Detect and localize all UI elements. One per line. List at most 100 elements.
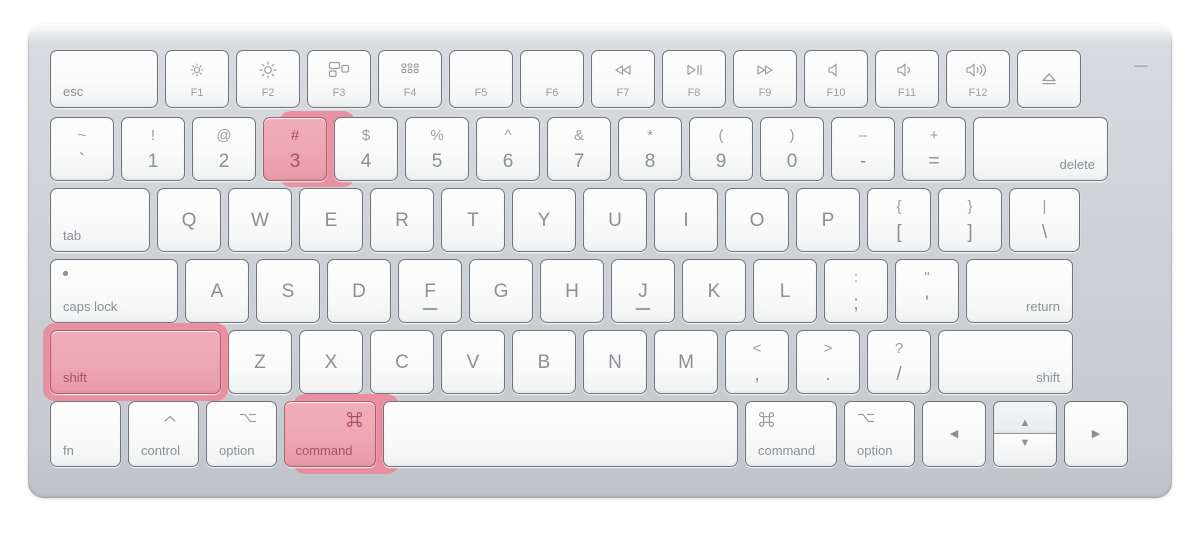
- w-key[interactable]: W: [228, 188, 292, 252]
- eight-key[interactable]: * 8: [618, 117, 682, 181]
- equals-key[interactable]: + =: [902, 117, 966, 181]
- backslash-shift-label: |: [1042, 197, 1047, 215]
- slash-label: /: [896, 363, 902, 385]
- backslash-key[interactable]: | \: [1009, 188, 1080, 252]
- i-key[interactable]: I: [654, 188, 718, 252]
- u-key[interactable]: U: [583, 188, 647, 252]
- arrow-right-key[interactable]: ▶: [1064, 401, 1128, 467]
- k-key-label: K: [707, 280, 721, 302]
- k-key[interactable]: K: [682, 259, 746, 323]
- quote-key[interactable]: " ': [895, 259, 959, 323]
- mute-key[interactable]: F10: [804, 50, 868, 108]
- left-bracket-label: [: [896, 221, 902, 243]
- t-key[interactable]: T: [441, 188, 505, 252]
- semicolon-key[interactable]: : ;: [824, 259, 888, 323]
- j-key[interactable]: J: [611, 259, 675, 323]
- x-key[interactable]: X: [299, 330, 363, 394]
- volume-down-key[interactable]: F11: [875, 50, 939, 108]
- comma-label: ,: [754, 363, 760, 385]
- caps-lock-key[interactable]: caps lock: [50, 259, 178, 323]
- keyboard-stage: esc F1 F2 F3 F4 F5 F6 F7 F8 F9 F10 F11 F…: [0, 0, 1200, 551]
- e-key[interactable]: E: [299, 188, 363, 252]
- h-key[interactable]: H: [540, 259, 604, 323]
- home-key-row: caps lock A S D F G H J K L : ; " ' retu…: [50, 259, 1150, 323]
- left-command-key[interactable]: command: [284, 401, 376, 467]
- right-shift-key[interactable]: shift: [938, 330, 1073, 394]
- b-key[interactable]: B: [512, 330, 576, 394]
- y-key[interactable]: Y: [512, 188, 576, 252]
- right-command-key[interactable]: command: [745, 401, 837, 467]
- three-key[interactable]: # 3: [263, 117, 327, 181]
- fn-key[interactable]: fn: [50, 401, 121, 467]
- return-key[interactable]: return: [966, 259, 1073, 323]
- f-key[interactable]: F: [398, 259, 462, 323]
- volume-down-icon: [895, 60, 919, 80]
- z-key[interactable]: Z: [228, 330, 292, 394]
- right-option-key[interactable]: option: [844, 401, 915, 467]
- comma-key[interactable]: < ,: [725, 330, 789, 394]
- escape-key[interactable]: esc: [50, 50, 158, 108]
- fast-forward-key[interactable]: F9: [733, 50, 797, 108]
- n-key[interactable]: N: [583, 330, 647, 394]
- m-key[interactable]: M: [654, 330, 718, 394]
- volume-up-key[interactable]: F12: [946, 50, 1010, 108]
- seven-key[interactable]: & 7: [547, 117, 611, 181]
- p-key[interactable]: P: [796, 188, 860, 252]
- zero-key-label: 0: [786, 150, 798, 172]
- brightness-down-key[interactable]: F1: [165, 50, 229, 108]
- left-bracket-key[interactable]: { [: [867, 188, 931, 252]
- six-key-label: 6: [502, 150, 514, 172]
- v-key[interactable]: V: [441, 330, 505, 394]
- s-key[interactable]: S: [256, 259, 320, 323]
- fast-forward-icon: [753, 60, 777, 80]
- arrow-down-key[interactable]: ▼: [993, 434, 1057, 467]
- mission-control-key[interactable]: F3: [307, 50, 371, 108]
- arrow-right-icon: ▶: [1091, 427, 1101, 440]
- brightness-low-icon: [187, 60, 207, 80]
- o-key[interactable]: O: [725, 188, 789, 252]
- delete-key[interactable]: delete: [973, 117, 1108, 181]
- slash-key[interactable]: ? /: [867, 330, 931, 394]
- quote-shift-label: ": [924, 268, 930, 286]
- f4-label: F4: [403, 87, 417, 99]
- one-key-label: 1: [147, 150, 159, 172]
- six-key[interactable]: ^ 6: [476, 117, 540, 181]
- left-shift-key[interactable]: shift: [50, 330, 221, 394]
- a-key[interactable]: A: [185, 259, 249, 323]
- d-key[interactable]: D: [327, 259, 391, 323]
- period-key[interactable]: > .: [796, 330, 860, 394]
- c-key[interactable]: C: [370, 330, 434, 394]
- play-pause-key[interactable]: F8: [662, 50, 726, 108]
- eight-key-shift-label: *: [647, 126, 653, 144]
- brightness-up-key[interactable]: F2: [236, 50, 300, 108]
- l-key[interactable]: L: [753, 259, 817, 323]
- arrow-left-key[interactable]: ◀: [922, 401, 986, 467]
- g-key[interactable]: G: [469, 259, 533, 323]
- eject-key[interactable]: [1017, 50, 1081, 108]
- four-key[interactable]: $ 4: [334, 117, 398, 181]
- q-key[interactable]: Q: [157, 188, 221, 252]
- control-key-label: control: [141, 443, 181, 458]
- two-key[interactable]: @ 2: [192, 117, 256, 181]
- arrow-up-key[interactable]: ▲: [993, 401, 1057, 434]
- f6-key[interactable]: F6: [520, 50, 584, 108]
- grave-key[interactable]: ~ `: [50, 117, 114, 181]
- slash-shift-label: ?: [894, 339, 904, 357]
- right-bracket-key[interactable]: } ]: [938, 188, 1002, 252]
- left-option-key[interactable]: option: [206, 401, 277, 467]
- nine-key[interactable]: ( 9: [689, 117, 753, 181]
- rewind-key[interactable]: F7: [591, 50, 655, 108]
- return-key-label: return: [1026, 299, 1060, 314]
- space-key[interactable]: [383, 401, 738, 467]
- five-key[interactable]: % 5: [405, 117, 469, 181]
- tab-key[interactable]: tab: [50, 188, 150, 252]
- one-key[interactable]: ! 1: [121, 117, 185, 181]
- brightness-high-icon: [257, 60, 279, 80]
- launchpad-key[interactable]: F4: [378, 50, 442, 108]
- f5-key[interactable]: F5: [449, 50, 513, 108]
- zero-key[interactable]: ) 0: [760, 117, 824, 181]
- r-key[interactable]: R: [370, 188, 434, 252]
- command-glyph-icon: [758, 411, 775, 433]
- control-key[interactable]: control: [128, 401, 199, 467]
- minus-key[interactable]: – -: [831, 117, 895, 181]
